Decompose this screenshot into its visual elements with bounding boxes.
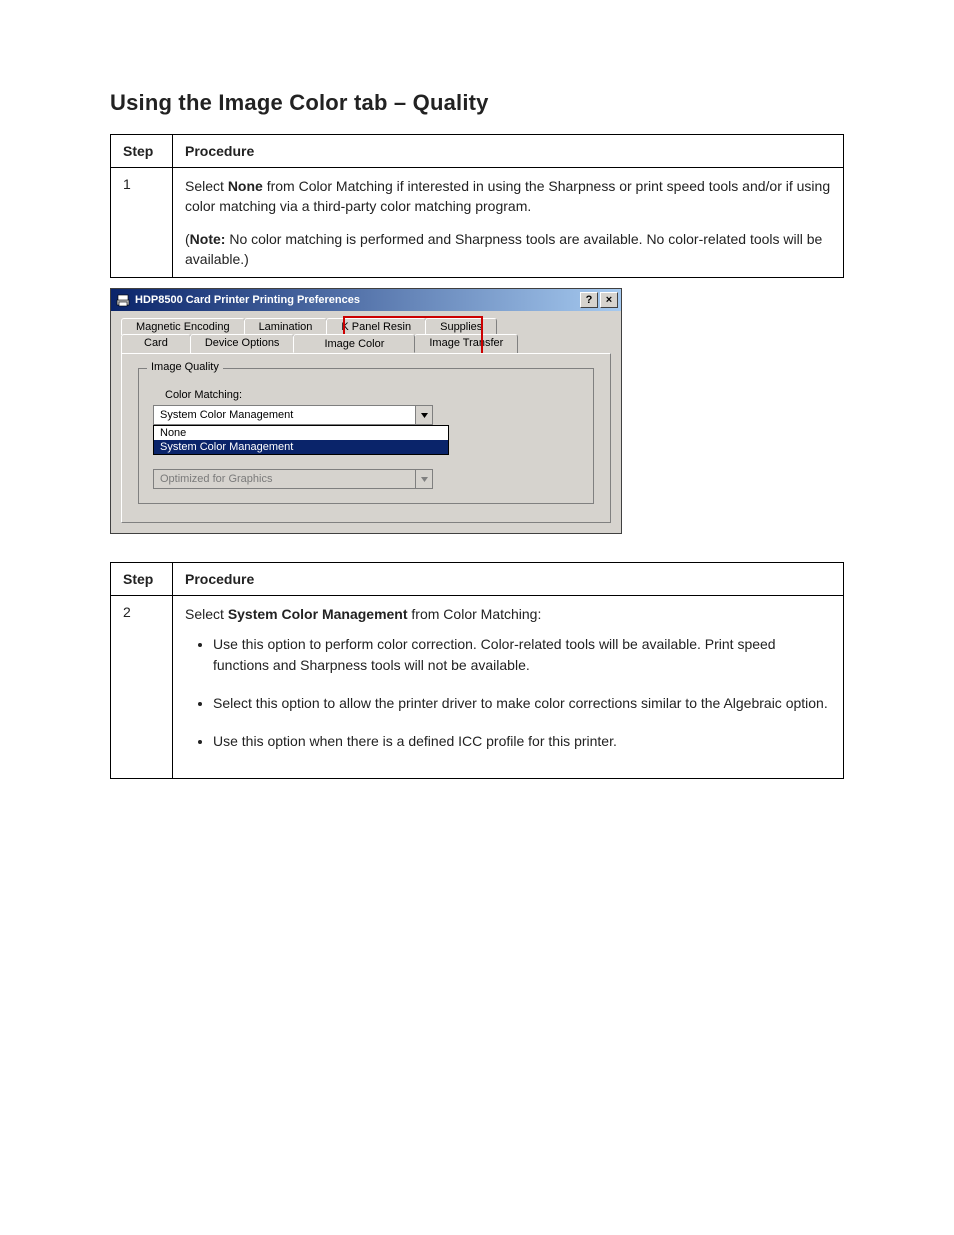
groupbox-label: Image Quality bbox=[147, 361, 223, 373]
proc-lead: Select bbox=[185, 178, 228, 194]
tab-image-color[interactable]: Image Color bbox=[293, 334, 415, 353]
proc2-bold1: System Color Management bbox=[228, 606, 408, 622]
preferences-dialog: HDP8500 Card Printer Printing Preference… bbox=[110, 288, 622, 534]
proc-bold: None bbox=[228, 178, 263, 194]
list-item: Select this option to allow the printer … bbox=[213, 693, 831, 713]
tab-magnetic-encoding[interactable]: Magnetic Encoding bbox=[121, 318, 245, 335]
chevron-down-icon[interactable] bbox=[415, 406, 432, 424]
list-item: Use this option when there is a defined … bbox=[213, 731, 831, 751]
td-proc: Select System Color Management from Colo… bbox=[173, 596, 844, 778]
color-matching-combo[interactable]: System Color Management None System Colo… bbox=[153, 405, 433, 425]
td-step: 1 bbox=[111, 168, 173, 278]
section-title: Using the Image Color tab – Quality bbox=[110, 90, 844, 116]
table-1: Step Procedure 1 Select None from Color … bbox=[110, 134, 844, 278]
table-row: Step Procedure bbox=[111, 563, 844, 596]
th-proc: Procedure bbox=[173, 563, 844, 596]
option-none[interactable]: None bbox=[154, 426, 448, 440]
table-row: Step Procedure bbox=[111, 135, 844, 168]
note-bold: Note: bbox=[190, 231, 226, 247]
td-proc: Select None from Color Matching if inter… bbox=[173, 168, 844, 278]
tab-panel: Image Quality Color Matching: System Col… bbox=[121, 353, 611, 523]
help-button[interactable]: ? bbox=[580, 292, 598, 308]
th-step: Step bbox=[111, 563, 173, 596]
tab-device-options[interactable]: Device Options bbox=[190, 334, 295, 353]
chevron-down-icon bbox=[415, 470, 432, 488]
proc2-lead1: Select bbox=[185, 606, 228, 622]
tab-card[interactable]: Card bbox=[121, 334, 191, 353]
td-step: 2 bbox=[111, 596, 173, 778]
option-system-color-management[interactable]: System Color Management bbox=[154, 440, 448, 454]
optimized-combo: Optimized for Graphics bbox=[153, 469, 433, 489]
printer-icon bbox=[115, 292, 131, 308]
tab-lamination[interactable]: Lamination bbox=[244, 318, 328, 335]
note-text: No color matching is performed and Sharp… bbox=[185, 231, 822, 267]
th-step: Step bbox=[111, 135, 173, 168]
table-2: Step Procedure 2 Select System Color Man… bbox=[110, 562, 844, 778]
list-item: Use this option to perform color correct… bbox=[213, 634, 831, 675]
dialog-title: HDP8500 Card Printer Printing Preference… bbox=[135, 294, 578, 306]
proc-tail: from Color Matching if interested in usi… bbox=[185, 178, 830, 214]
color-matching-label: Color Matching: bbox=[165, 389, 579, 401]
th-proc: Procedure bbox=[173, 135, 844, 168]
tab-image-transfer[interactable]: Image Transfer bbox=[414, 334, 518, 353]
optimized-combo-value: Optimized for Graphics bbox=[154, 473, 415, 485]
color-matching-dropdown[interactable]: None System Color Management bbox=[153, 425, 449, 455]
combo-value: System Color Management bbox=[154, 409, 415, 421]
table-row: 1 Select None from Color Matching if int… bbox=[111, 168, 844, 278]
tab-k-panel-resin[interactable]: K Panel Resin bbox=[326, 318, 426, 335]
table-row: 2 Select System Color Management from Co… bbox=[111, 596, 844, 778]
titlebar: HDP8500 Card Printer Printing Preference… bbox=[111, 289, 621, 311]
proc2-tail1: from Color Matching: bbox=[408, 606, 542, 622]
close-button[interactable]: × bbox=[600, 292, 618, 308]
image-quality-groupbox: Image Quality Color Matching: System Col… bbox=[138, 368, 594, 504]
tab-supplies[interactable]: Supplies bbox=[425, 318, 497, 335]
